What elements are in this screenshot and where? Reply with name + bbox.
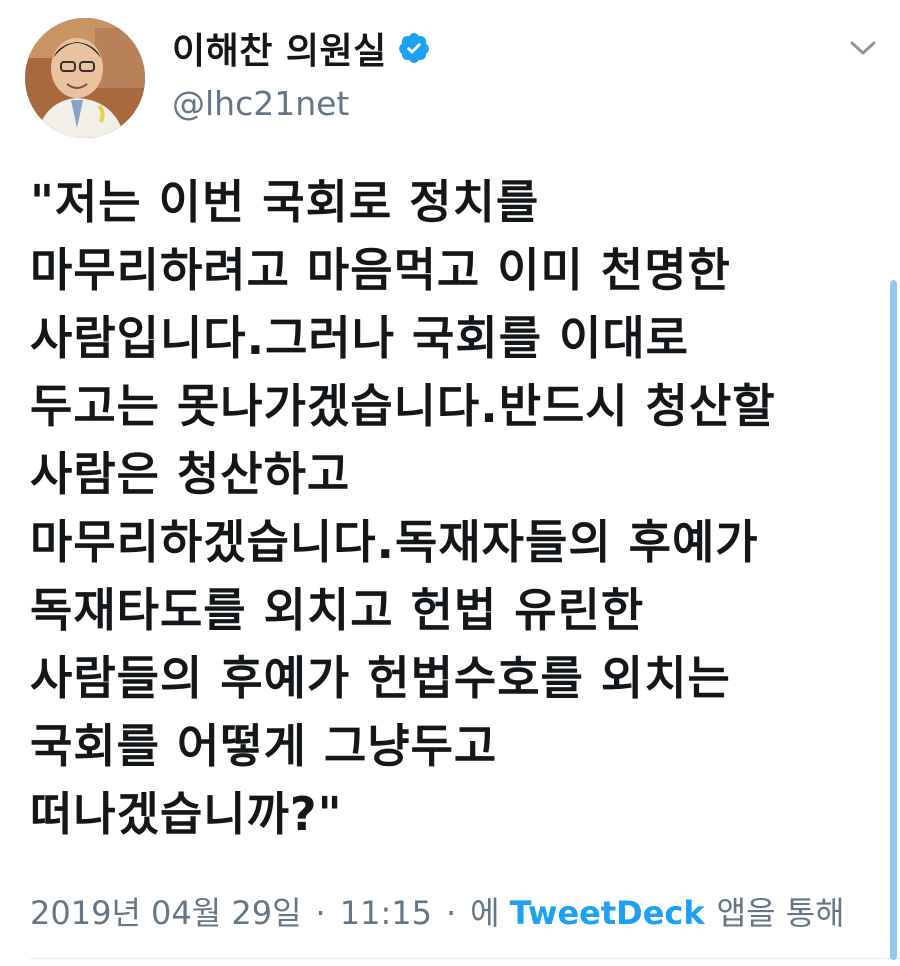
- verified-badge-icon: [397, 31, 431, 65]
- tweet-line: "저는 이번 국회로 정치를: [30, 175, 540, 229]
- meta-separator: ·: [445, 894, 457, 932]
- user-handle[interactable]: @lhc21net: [172, 84, 349, 123]
- tweet-line: 마무리하려고 마음먹고 이미 천명한: [30, 243, 731, 297]
- tweet-date[interactable]: 2019년 04월 29일: [30, 888, 302, 934]
- avatar-photo: [25, 18, 145, 138]
- via-suffix: 앱을 통해: [716, 894, 845, 932]
- tweet-detail: 이해찬 의원실 @lhc21net "저는 이번 국회로 정치를 마무리하려고 …: [0, 0, 900, 966]
- tweet-line: 독재타도를 외치고 헌법 유린한: [30, 583, 645, 637]
- tweet-line: 사람입니다.그러나 국회를 이대로: [30, 311, 689, 365]
- tweet-text: "저는 이번 국회로 정치를 마무리하려고 마음먹고 이미 천명한 사람입니다.…: [30, 168, 870, 848]
- tweet-line: 국회를 어떻게 그냥두고: [30, 719, 498, 773]
- scrollbar[interactable]: [890, 280, 897, 960]
- tweet-meta: 2019년 04월 29일 · 11:15 · 에 TweetDeck 앱을 통…: [30, 888, 845, 934]
- tweet-line: 떠나겠습니까?": [30, 787, 343, 841]
- tweet-line: 두고는 못나가겠습니다.반드시 청산할: [30, 379, 776, 433]
- tweet-line: 마무리하겠습니다.독재자들의 후예가: [30, 515, 759, 569]
- name-row: 이해찬 의원실: [172, 22, 431, 74]
- divider: [30, 958, 900, 959]
- chevron-down-icon[interactable]: [846, 36, 880, 60]
- source-link[interactable]: TweetDeck: [510, 894, 705, 932]
- display-name[interactable]: 이해찬 의원실: [172, 22, 387, 74]
- via-prefix: 에: [470, 894, 500, 932]
- tweet-time[interactable]: 11:15: [340, 894, 432, 932]
- avatar[interactable]: [25, 18, 145, 138]
- tweet-line: 사람은 청산하고: [30, 447, 351, 501]
- tweet-line: 사람들의 후예가 헌법수호를 외치는: [30, 651, 731, 705]
- meta-separator: ·: [315, 894, 326, 932]
